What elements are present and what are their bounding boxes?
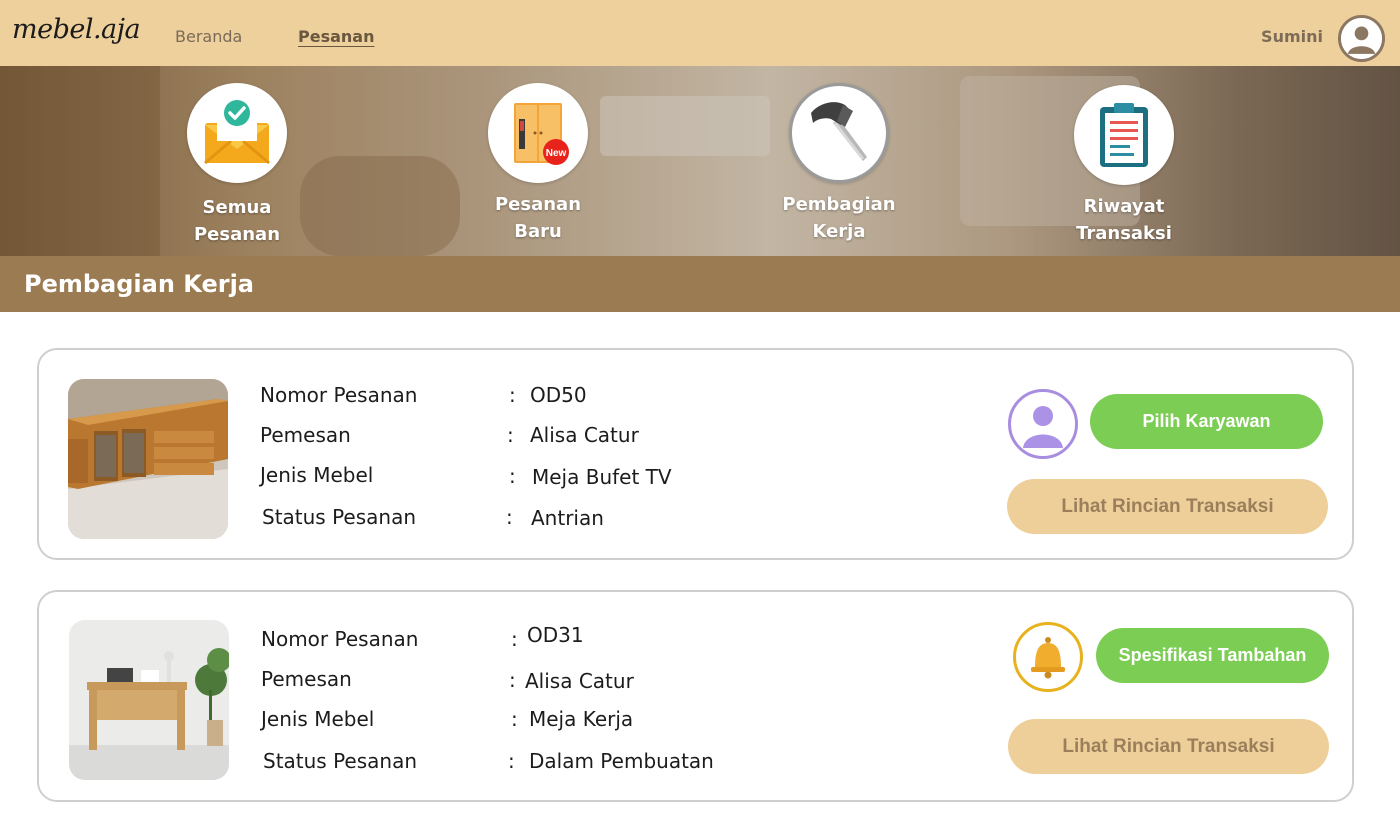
page-title: Pembagian Kerja <box>24 270 255 298</box>
colon: : <box>508 749 515 773</box>
quick-menu-label: Riwayat <box>1083 196 1165 217</box>
colon: : <box>511 707 518 731</box>
label-customer: Pemesan <box>260 423 351 447</box>
section-header: Pembagian Kerja <box>0 256 1400 312</box>
quick-menu-riwayat-transaksi[interactable]: Riwayat Transaksi <box>1074 85 1174 247</box>
wardrobe-new-icon[interactable]: New <box>488 83 588 183</box>
nav-link-pesanan[interactable]: Pesanan <box>298 27 374 46</box>
additional-specs-button[interactable]: Spesifikasi Tambahan <box>1096 628 1329 683</box>
value-furniture-type: Meja Kerja <box>529 707 634 731</box>
colon: : <box>511 627 518 651</box>
nav-link-beranda[interactable]: Beranda <box>175 27 242 46</box>
label-customer: Pemesan <box>261 667 352 691</box>
order-card: Nomor Pesanan : OD50 Pemesan : Alisa Cat… <box>37 348 1354 560</box>
value-furniture-type: Meja Bufet TV <box>532 465 672 489</box>
furniture-photo <box>69 620 229 780</box>
quick-menu-pesanan-baru[interactable]: New Pesanan Baru <box>488 83 588 245</box>
quick-menu-label: Pesanan <box>193 224 281 245</box>
label-furniture-type: Jenis Mebel <box>260 463 374 487</box>
value-customer: Alisa Catur <box>525 669 634 693</box>
quick-menu-label: Semua <box>202 197 272 218</box>
hammer-icon[interactable] <box>789 83 889 183</box>
choose-employee-button[interactable]: Pilih Karyawan <box>1090 394 1323 449</box>
label-order-number: Nomor Pesanan <box>261 627 419 651</box>
order-card: Nomor Pesanan : OD31 Pemesan : Alisa Cat… <box>37 590 1354 802</box>
quick-menu-label: Transaksi <box>1076 223 1172 244</box>
value-order-number: OD31 <box>527 623 584 647</box>
label-status: Status Pesanan <box>263 749 418 773</box>
bell-icon[interactable] <box>1013 622 1083 692</box>
top-navbar: mebel.aja Beranda Pesanan Sumini <box>0 0 1400 66</box>
value-customer: Alisa Catur <box>530 423 639 447</box>
new-badge: New <box>546 148 567 159</box>
quick-menu-label: Pembagian <box>782 194 896 215</box>
label-furniture-type: Jenis Mebel <box>261 707 375 731</box>
quick-menu-label: Kerja <box>812 221 866 242</box>
view-transaction-details-button[interactable]: Lihat Rincian Transaksi <box>1008 719 1329 774</box>
clipboard-icon[interactable] <box>1074 85 1174 185</box>
quick-menu-label: Baru <box>514 221 562 242</box>
colon: : <box>509 383 516 407</box>
quick-menu-semua-pesanan[interactable]: Semua Pesanan <box>187 83 287 248</box>
label-status: Status Pesanan <box>262 505 417 529</box>
brand-logo[interactable]: mebel.aja <box>12 14 141 45</box>
furniture-photo <box>68 379 228 539</box>
user-avatar-icon[interactable] <box>1338 15 1385 62</box>
user-name[interactable]: Sumini <box>1261 27 1323 46</box>
value-status: Antrian <box>531 506 604 530</box>
envelope-check-icon[interactable] <box>187 83 287 183</box>
colon: : <box>506 505 513 529</box>
colon: : <box>507 423 514 447</box>
label-order-number: Nomor Pesanan <box>260 383 418 407</box>
user-avatar-icon[interactable] <box>1008 389 1078 459</box>
value-status: Dalam Pembuatan <box>529 749 714 773</box>
quick-menu-pembagian-kerja[interactable]: Pembagian Kerja <box>782 83 896 245</box>
quick-menu-label: Pesanan <box>494 194 582 215</box>
view-transaction-details-button[interactable]: Lihat Rincian Transaksi <box>1007 479 1328 534</box>
colon: : <box>509 668 516 692</box>
value-order-number: OD50 <box>530 383 587 407</box>
colon: : <box>509 464 516 488</box>
